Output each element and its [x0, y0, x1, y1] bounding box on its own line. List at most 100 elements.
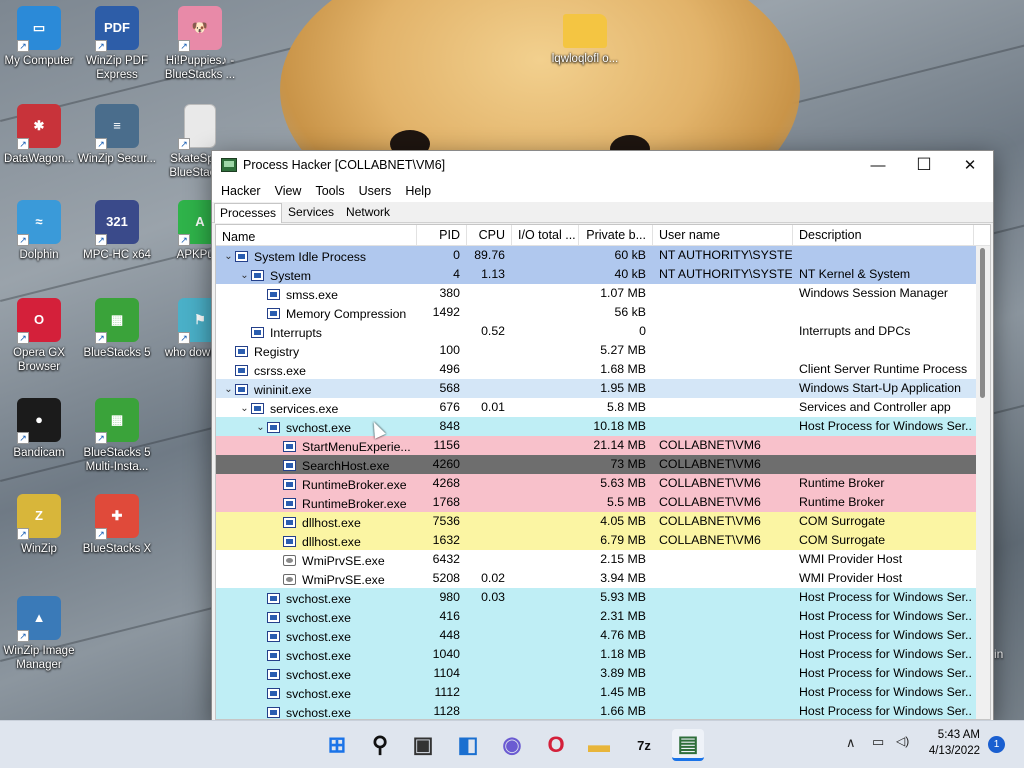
- chevron-down-icon[interactable]: ⌄: [222, 251, 235, 262]
- desktop-icon[interactable]: ▭ ↗ My Computer: [0, 6, 78, 68]
- desktop-icon[interactable]: ▦ ↗ BlueStacks 5 Multi-Insta...: [78, 398, 156, 474]
- desktop-icon-label: MPC-HC x64: [83, 249, 151, 261]
- process-row[interactable]: svchost.exe 1104 3.89 MB Host Process for W…: [216, 664, 990, 683]
- menu-tools[interactable]: Tools: [308, 184, 351, 198]
- column-name[interactable]: Name: [216, 225, 417, 245]
- process-rows: ⌄ System Idle Process 0 89.76 60 kB NT AUTHOR…: [216, 246, 990, 720]
- process-row[interactable]: svchost.exe 980 0.03 5.93 MB Host Process fo…: [216, 588, 990, 607]
- search-icon[interactable]: ⚲: [364, 729, 396, 761]
- process-row[interactable]: StartMenuExperie... 1156 21.14 MB COLLABNET…: [216, 436, 990, 455]
- window-title: Process Hacker [COLLABNET\VM6]: [243, 158, 446, 172]
- windows-start-icon[interactable]: ⊞: [321, 729, 353, 761]
- process-row[interactable]: dllhost.exe 7536 4.05 MB COLLABNET\VM6 COM S…: [216, 512, 990, 531]
- maximize-button[interactable]: ☐: [901, 151, 947, 179]
- column-io-total[interactable]: I/O total ...: [512, 225, 579, 245]
- close-button[interactable]: ✕: [947, 151, 993, 179]
- column-cpu[interactable]: CPU: [467, 225, 512, 245]
- desktop-icon[interactable]: lqwloqlofl o...: [546, 6, 624, 66]
- chevron-up-icon[interactable]: ∧: [846, 735, 856, 751]
- process-row[interactable]: Interrupts 0.52 0 Interrupts and DPCs: [216, 322, 990, 341]
- process-row[interactable]: ⌄ services.exe 676 0.01 5.8 MB Services and C…: [216, 398, 990, 417]
- process-row[interactable]: svchost.exe 1112 1.45 MB Host Process for W…: [216, 683, 990, 702]
- process-row[interactable]: ⌄ System 4 1.13 40 kB NT AUTHORITY\SYSTEM NT K…: [216, 265, 990, 284]
- process-desc-cell: Host Process for Windows Ser...: [799, 704, 974, 718]
- process-priv-cell: 5.5 MB: [607, 495, 646, 509]
- chevron-down-icon[interactable]: ⌄: [222, 384, 235, 395]
- desktop-icon[interactable]: O ↗ Opera GX Browser: [0, 298, 78, 374]
- minimize-button[interactable]: —: [855, 151, 901, 179]
- chat-icon[interactable]: ◉: [496, 729, 528, 761]
- 7zip-icon[interactable]: 7z: [628, 729, 660, 761]
- chevron-down-icon[interactable]: ⌄: [254, 422, 267, 433]
- opera-icon[interactable]: O: [540, 729, 572, 761]
- process-row[interactable]: svchost.exe 1128 1.66 MB Host Process for W…: [216, 702, 990, 720]
- column-pid[interactable]: PID: [417, 225, 467, 245]
- process-row[interactable]: Registry 100 5.27 MB: [216, 341, 990, 360]
- process-row[interactable]: SearchHost.exe 4260 73 MB COLLABNET\VM6: [216, 455, 990, 474]
- process-row[interactable]: smss.exe 380 1.07 MB Windows Session Manage…: [216, 284, 990, 303]
- process-row[interactable]: ⌄ System Idle Process 0 89.76 60 kB NT AUTHOR…: [216, 246, 990, 265]
- task-view-icon[interactable]: ▣: [407, 729, 439, 761]
- process-io-cell: [512, 322, 579, 341]
- vertical-scrollbar[interactable]: [976, 246, 990, 719]
- tab-network[interactable]: Network: [340, 202, 396, 222]
- notification-badge[interactable]: 1: [988, 736, 1005, 753]
- desktop-icon[interactable]: ▲ ↗ WinZip Image Manager: [0, 596, 78, 672]
- desktop-icon[interactable]: ✚ ↗ BlueStacks X: [78, 494, 156, 556]
- volume-icon[interactable]: ◁): [896, 734, 909, 748]
- scrollbar-thumb[interactable]: [980, 248, 985, 398]
- desktop-icon[interactable]: ≈ ↗ Dolphin: [0, 200, 78, 262]
- desktop-icon[interactable]: PDF ↗ WinZip PDF Express: [78, 6, 156, 82]
- process-row[interactable]: Memory Compression 1492 56 kB: [216, 303, 990, 322]
- shortcut-arrow-icon: ↗: [95, 40, 107, 52]
- menu-view[interactable]: View: [268, 184, 309, 198]
- menu-hacker[interactable]: Hacker: [214, 184, 268, 198]
- menu-users[interactable]: Users: [352, 184, 399, 198]
- process-row[interactable]: svchost.exe 416 2.31 MB Host Process for Wi…: [216, 607, 990, 626]
- desktop-icon[interactable]: 🐶 ↗ Hi!Puppies♪ - BlueStacks ...: [161, 6, 239, 82]
- chevron-down-icon[interactable]: ⌄: [238, 270, 251, 281]
- taskbar: ⊞ ⚲ ▣ ◧ ◉ O ▬ 7z ▤ ∧ ▭ ◁) 5:43 AM 4/13/2022 1: [0, 720, 1024, 768]
- process-desc-cell: Host Process for Windows Ser...: [799, 666, 974, 680]
- process-row[interactable]: WmiPrvSE.exe 6432 2.15 MB WMI Provider Host: [216, 550, 990, 569]
- process-row[interactable]: WmiPrvSE.exe 5208 0.02 3.94 MB WMI Provider …: [216, 569, 990, 588]
- column-user-name[interactable]: User name: [653, 225, 793, 245]
- process-row[interactable]: ⌄ wininit.exe 568 1.95 MB Windows Start-Up A…: [216, 379, 990, 398]
- process-priv-cell: 3.89 MB: [600, 666, 646, 680]
- chevron-down-icon[interactable]: ⌄: [238, 403, 251, 414]
- desktop-icon[interactable]: 321 ↗ MPC-HC x64: [78, 200, 156, 262]
- process-row[interactable]: ⌄ svchost.exe 848 10.18 MB Host Process for …: [216, 417, 990, 436]
- desktop-icon[interactable]: ✱ ↗ DataWagon...: [0, 104, 78, 166]
- process-hacker-icon[interactable]: ▤: [672, 729, 704, 761]
- process-row[interactable]: svchost.exe 448 4.76 MB Host Process for Wi…: [216, 626, 990, 645]
- desktop-icon[interactable]: ● ↗ Bandicam: [0, 398, 78, 460]
- process-user-cell: [653, 360, 793, 379]
- network-icon[interactable]: ▭: [872, 734, 884, 750]
- tab-processes[interactable]: Processes: [214, 203, 283, 223]
- process-pid-cell: 676: [439, 400, 460, 414]
- tab-services[interactable]: Services: [282, 202, 340, 222]
- process-window-icon: [267, 650, 280, 661]
- process-user-cell: [653, 569, 793, 588]
- menu-help[interactable]: Help: [398, 184, 438, 198]
- process-cpu-cell: 0.52: [481, 324, 505, 338]
- column-private-bytes[interactable]: Private b...: [579, 225, 653, 245]
- process-desc-cell: Host Process for Windows Ser...: [799, 647, 974, 661]
- column-description[interactable]: Description: [793, 225, 974, 245]
- process-row[interactable]: svchost.exe 1040 1.18 MB Host Process for W…: [216, 645, 990, 664]
- desktop-icon[interactable]: Z ↗ WinZip: [0, 494, 78, 556]
- clock[interactable]: 5:43 AM 4/13/2022: [929, 727, 980, 759]
- process-row[interactable]: RuntimeBroker.exe 1768 5.5 MB COLLABNET\VM6…: [216, 493, 990, 512]
- process-row[interactable]: RuntimeBroker.exe 4268 5.63 MB COLLABNET\VM…: [216, 474, 990, 493]
- file-explorer-icon[interactable]: ▬: [583, 729, 615, 761]
- process-cpu-cell: [467, 645, 512, 664]
- widgets-icon[interactable]: ◧: [452, 729, 484, 761]
- process-row[interactable]: csrss.exe 496 1.68 MB Client Server Runtime…: [216, 360, 990, 379]
- title-bar[interactable]: Process Hacker [COLLABNET\VM6] — ☐ ✕: [212, 151, 993, 179]
- process-name: SearchHost.exe: [302, 458, 390, 473]
- process-row[interactable]: dllhost.exe 1632 6.79 MB COLLABNET\VM6 COM S…: [216, 531, 990, 550]
- process-name: svchost.exe: [286, 705, 351, 720]
- desktop-icon[interactable]: ≡ ↗ WinZip Secur...: [78, 104, 156, 166]
- process-name-cell: Interrupts: [216, 322, 417, 341]
- desktop-icon[interactable]: ▦ ↗ BlueStacks 5: [78, 298, 156, 360]
